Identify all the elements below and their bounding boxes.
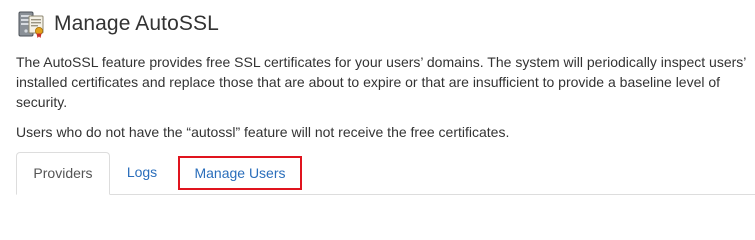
tab-bar: Providers Logs Manage Users [16, 152, 755, 195]
page-header: Manage AutoSSL [16, 8, 219, 40]
manage-autossl-page: Manage AutoSSL The AutoSSL feature provi… [0, 0, 755, 215]
feature-description: The AutoSSL feature provides free SSL ce… [16, 54, 746, 110]
tab-providers[interactable]: Providers [16, 152, 110, 195]
page-title: Manage AutoSSL [54, 12, 219, 35]
tab-logs[interactable]: Logs [114, 152, 170, 192]
feature-note: Users who do not have the “autossl” feat… [16, 124, 510, 140]
autossl-certificate-icon [16, 9, 46, 39]
tab-manage-users[interactable]: Manage Users [178, 156, 302, 190]
